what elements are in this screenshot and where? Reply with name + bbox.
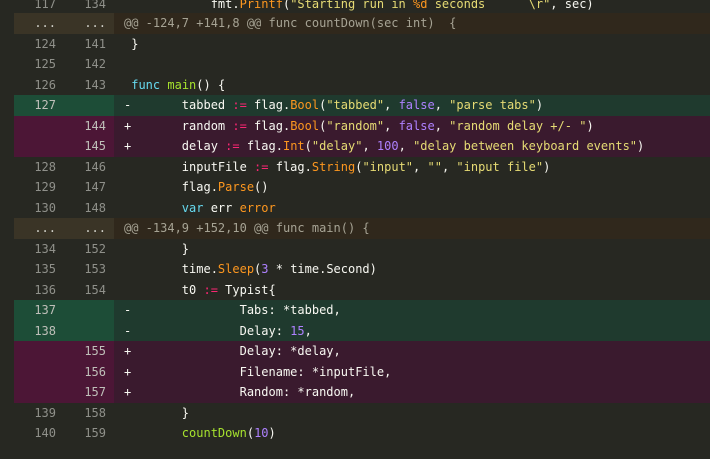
- new-line-number[interactable]: 157: [64, 382, 114, 403]
- new-line-number[interactable]: [64, 300, 114, 321]
- deleted-line: 137 - Tabs: *tabbed,: [0, 300, 710, 321]
- new-line-number[interactable]: 147: [64, 177, 114, 198]
- old-line-number[interactable]: [14, 361, 64, 382]
- old-line-number[interactable]: 125: [14, 54, 64, 75]
- old-line-number[interactable]: [14, 115, 64, 136]
- code-line: }: [124, 241, 190, 256]
- code-line: - tabbed := flag.Bool("tabbed", false, "…: [114, 95, 710, 116]
- code-line: }: [124, 405, 190, 420]
- old-line-number[interactable]: [14, 382, 64, 403]
- code-line: - Delay: 15,: [114, 320, 710, 341]
- diff-line: 129 147 flag.Parse(): [0, 177, 710, 198]
- diff-view: 117 134 fmt.Printf("Starting run in %d s…: [0, 0, 710, 444]
- code-line: t0 := Typist{: [124, 282, 276, 297]
- diff-line: 128 146 inputFile := flag.String("input"…: [0, 156, 710, 177]
- old-line-number[interactable]: [14, 136, 64, 157]
- hunk-header-text: @@ -134,9 +152,10 @@ func main() {: [114, 218, 710, 239]
- code-line: fmt.Printf("Starting run in %d seconds \…: [114, 0, 710, 13]
- old-line-number[interactable]: 134: [14, 238, 64, 259]
- old-line-number[interactable]: 124: [14, 33, 64, 54]
- hunk-header[interactable]: ... ... @@ -124,7 +141,8 @@ func countDo…: [0, 13, 710, 34]
- code-line: + random := flag.Bool("random", false, "…: [114, 115, 710, 136]
- added-line: 155 + Delay: *delay,: [0, 341, 710, 362]
- new-line-number[interactable]: 148: [64, 197, 114, 218]
- code-line: func main() {: [131, 77, 226, 92]
- added-line: 156 + Filename: *inputFile,: [0, 361, 710, 382]
- hunk-header[interactable]: ... ... @@ -134,9 +152,10 @@ func main()…: [0, 218, 710, 239]
- expand-up-button[interactable]: ...: [14, 13, 64, 34]
- old-line-number[interactable]: 139: [14, 402, 64, 423]
- code-line: + Random: *random,: [114, 382, 710, 403]
- diff-line: 125 142: [0, 54, 710, 75]
- old-line-number[interactable]: 136: [14, 279, 64, 300]
- new-line-number[interactable]: 154: [64, 279, 114, 300]
- new-line-number[interactable]: 143: [64, 74, 114, 95]
- added-line: 145 + delay := flag.Int("delay", 100, "d…: [0, 136, 710, 157]
- old-line-number[interactable]: [14, 341, 64, 362]
- diff-line: 126 143 func main() {: [0, 74, 710, 95]
- code-line: time.Sleep(3 * time.Second): [124, 262, 377, 276]
- added-line: 157 + Random: *random,: [0, 382, 710, 403]
- new-line-number[interactable]: 141: [64, 33, 114, 54]
- code-line: inputFile := flag.String("input", "", "i…: [124, 159, 551, 174]
- expand-down-button[interactable]: ...: [64, 218, 114, 239]
- code-line: + Filename: *inputFile,: [114, 361, 710, 382]
- code-line: countDown(10): [181, 426, 276, 440]
- old-line-number[interactable]: 138: [14, 320, 64, 341]
- old-line-number[interactable]: 126: [14, 74, 64, 95]
- code-line: }: [124, 36, 139, 51]
- new-line-number[interactable]: 152: [64, 238, 114, 259]
- new-line-number[interactable]: 146: [64, 156, 114, 177]
- new-line-number[interactable]: 145: [64, 136, 114, 157]
- deleted-line: 138 - Delay: 15,: [0, 320, 710, 341]
- hunk-header-text: @@ -124,7 +141,8 @@ func countDown(sec i…: [114, 13, 710, 34]
- diff-line: 117 134 fmt.Printf("Starting run in %d s…: [0, 0, 710, 13]
- old-line-number[interactable]: 135: [14, 259, 64, 280]
- old-line-number[interactable]: 140: [14, 423, 64, 444]
- diff-line: 134 152 }: [0, 238, 710, 259]
- old-line-number[interactable]: 129: [14, 177, 64, 198]
- new-line-number[interactable]: 158: [64, 402, 114, 423]
- old-line-number[interactable]: 130: [14, 197, 64, 218]
- new-line-number[interactable]: 144: [64, 115, 114, 136]
- diff-line: 139 158 }: [0, 402, 710, 423]
- old-line-number[interactable]: 137: [14, 300, 64, 321]
- diff-line: 140 159 countDown(10): [0, 423, 710, 444]
- old-line-number[interactable]: 127: [14, 95, 64, 116]
- new-line-number[interactable]: 153: [64, 259, 114, 280]
- new-line-number[interactable]: 159: [64, 423, 114, 444]
- old-line-number: 117: [14, 0, 64, 13]
- code-line: + delay := flag.Int("delay", 100, "delay…: [114, 136, 710, 157]
- new-line-number[interactable]: 142: [64, 54, 114, 75]
- old-line-number[interactable]: 128: [14, 156, 64, 177]
- new-line-number[interactable]: [64, 320, 114, 341]
- expand-down-button[interactable]: ...: [64, 13, 114, 34]
- code-line: + Delay: *delay,: [114, 341, 710, 362]
- expand-up-button[interactable]: ...: [14, 218, 64, 239]
- new-line-number: 134: [64, 0, 114, 13]
- new-line-number[interactable]: [64, 95, 114, 116]
- code-line: - Tabs: *tabbed,: [114, 300, 710, 321]
- diff-line: 130 148 var err error: [0, 197, 710, 218]
- code-line: var err error: [181, 200, 276, 215]
- diff-line: 135 153 time.Sleep(3 * time.Second): [0, 259, 710, 280]
- diff-line: 136 154 t0 := Typist{: [0, 279, 710, 300]
- code-line: flag.Parse(): [124, 180, 269, 194]
- added-line: 144 + random := flag.Bool("random", fals…: [0, 115, 710, 136]
- new-line-number[interactable]: 155: [64, 341, 114, 362]
- new-line-number[interactable]: 156: [64, 361, 114, 382]
- deleted-line: 127 - tabbed := flag.Bool("tabbed", fals…: [0, 95, 710, 116]
- diff-line: 124 141 }: [0, 33, 710, 54]
